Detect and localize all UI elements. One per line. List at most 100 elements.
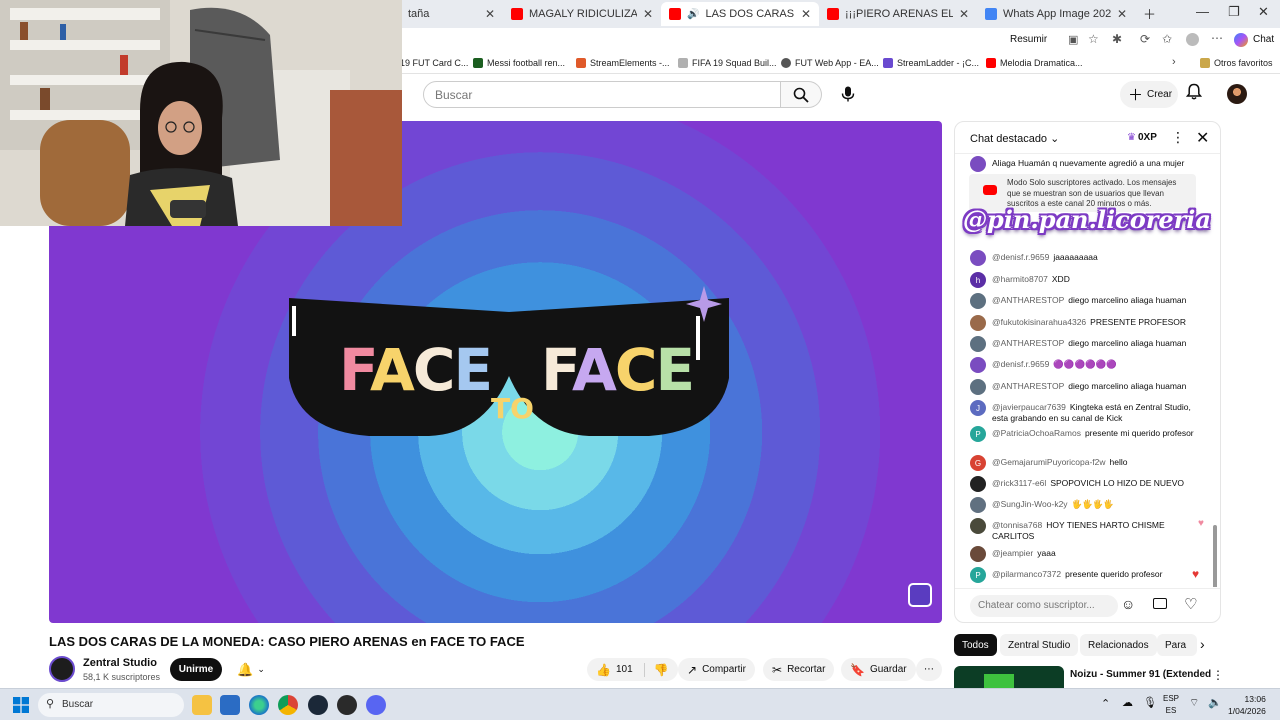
chat-button[interactable]: Chat (1253, 34, 1274, 45)
heart-icon[interactable]: ♡ (1184, 595, 1197, 613)
volume-icon[interactable]: 🔈 (1208, 696, 1222, 709)
store-icon[interactable] (220, 695, 240, 715)
summarize-button[interactable]: Resumir (1010, 34, 1047, 45)
message-author[interactable]: @denisf.r.9659 (992, 252, 1049, 262)
search-input[interactable]: Buscar (423, 81, 781, 108)
more-icon[interactable]: ⋮ (1212, 668, 1224, 682)
voice-search-button[interactable] (834, 81, 861, 108)
chevron-right-icon[interactable]: › (1200, 636, 1205, 652)
favorites-bar-icon[interactable]: ✩ (1162, 32, 1172, 46)
recommended-title[interactable]: Noizu - Summer 91 (Extended (1070, 669, 1211, 680)
video-thumbnail[interactable] (954, 666, 1064, 688)
message-author[interactable]: @tonnisa768 (992, 520, 1042, 530)
obs-icon[interactable] (337, 695, 357, 715)
account-avatar[interactable] (1227, 84, 1247, 104)
message-author[interactable]: @GemajarumiPuyoricopa-f2w (992, 457, 1106, 467)
message-author[interactable]: @harmito8707 (992, 274, 1048, 284)
save-button[interactable]: 🔖 Guardar (841, 658, 916, 681)
steam-icon[interactable] (308, 695, 328, 715)
recommended-video[interactable]: Noizu - Summer 91 (Extended ⋮ (954, 666, 1224, 688)
language-indicator[interactable]: ESP ES (1163, 693, 1179, 717)
close-tab-icon[interactable]: ✕ (643, 7, 653, 21)
more-menu-icon[interactable]: ⋯ (1211, 31, 1223, 45)
channel-watermark-icon[interactable] (908, 583, 932, 607)
notification-settings-button[interactable]: 🔔 ⌄ (229, 658, 273, 681)
chip-for-you[interactable]: Para (1157, 634, 1197, 656)
bookmark-item[interactable]: Messi football ren... (473, 58, 565, 68)
super-chat-icon[interactable] (1153, 598, 1167, 609)
chat-messages[interactable]: Aliaga Huamán q nuevamente agredió a una… (955, 155, 1220, 587)
channel-name[interactable]: Zentral Studio (83, 657, 157, 669)
message-author[interactable]: @PatriciaOchoaRamos (992, 428, 1081, 438)
bookmark-item[interactable]: StreamLadder - ¡C... (883, 58, 979, 68)
bookmark-item[interactable]: StreamElements -... (576, 58, 670, 68)
speaker-icon[interactable]: 🔊 (687, 9, 699, 20)
more-actions-button[interactable]: ⋯ (916, 658, 942, 681)
file-explorer-icon[interactable] (192, 695, 212, 715)
restore-icon[interactable]: ❐ (1228, 4, 1240, 20)
browser-tab[interactable]: Whats App Image 2026 03 04 at 1 ✕ (977, 2, 1135, 26)
close-tab-icon[interactable]: ✕ (485, 7, 495, 21)
extensions-icon[interactable]: ✱ (1112, 32, 1122, 46)
message-author[interactable]: @ANTHARESTOP (992, 295, 1064, 305)
message-author[interactable]: @pilarmanco7372 (992, 569, 1061, 579)
chat-mode-selector[interactable]: Chat destacado ⌄ (970, 132, 1059, 145)
message-author[interactable]: @fukutokisinarahua4326 (992, 317, 1086, 327)
join-button[interactable]: Unirme (170, 658, 222, 681)
xp-badge[interactable]: ♛ 0XP (1127, 132, 1157, 143)
minimize-icon[interactable]: — (1196, 4, 1209, 19)
close-tab-icon[interactable]: ✕ (801, 7, 811, 21)
browser-tab[interactable]: MAGALY RIDICULIZA A KINGTEKA ✕ (503, 2, 661, 26)
chip-channel[interactable]: Zentral Studio (1000, 634, 1079, 656)
chevron-right-icon[interactable]: › (1172, 56, 1176, 68)
message-author[interactable]: @ANTHARESTOP (992, 381, 1064, 391)
other-bookmarks[interactable]: Otros favoritos (1200, 58, 1273, 68)
message-author[interactable]: @rick3117-e6l (992, 478, 1046, 488)
chip-all[interactable]: Todos (954, 634, 997, 656)
bookmark-item[interactable]: 19 FUT Card C... (400, 58, 468, 68)
network-icon[interactable]: ☁ (1122, 696, 1133, 709)
search-button[interactable] (781, 81, 822, 108)
browser-tab-active[interactable]: 🔊 LAS DOS CARAS DE LA MONE ✕ (661, 2, 819, 26)
message-author[interactable]: @SungJin-Woo-k2y (992, 499, 1068, 509)
chat-more-icon[interactable]: ⋮ (1171, 129, 1185, 146)
message-author[interactable]: @javierpaucar7639 (992, 402, 1066, 412)
browser-tab[interactable]: ¡¡¡PIERO ARENAS EL NUEVO VIC ✕ (819, 2, 977, 26)
like-button[interactable]: 👍 101 👎 (587, 658, 678, 681)
message-author[interactable]: @denisf.r.9659 (992, 359, 1049, 369)
chevron-up-icon[interactable]: ⌃ (1101, 697, 1110, 710)
chip-related[interactable]: Relacionados (1080, 634, 1157, 656)
taskbar-search[interactable]: ⚲ Buscar (38, 693, 184, 717)
emoji-icon[interactable]: ☺ (1121, 596, 1135, 612)
edge-browser-icon[interactable] (249, 695, 269, 715)
close-window-icon[interactable]: ✕ (1258, 4, 1269, 20)
favorite-star-icon[interactable]: ☆ (1088, 32, 1099, 46)
bookmark-item[interactable]: Melodia Dramatica... (986, 58, 1083, 68)
close-tab-icon[interactable]: ✕ (1117, 7, 1127, 21)
close-chat-icon[interactable]: ✕ (1196, 128, 1209, 148)
channel-avatar[interactable] (49, 656, 75, 682)
split-view-icon[interactable]: ▣ (1068, 33, 1078, 46)
chrome-icon[interactable] (278, 695, 298, 715)
create-button[interactable]: ＋ Crear (1120, 81, 1178, 108)
thumbs-down-icon[interactable]: 👎 (654, 663, 669, 677)
message-author[interactable]: @jeampier (992, 548, 1033, 558)
notifications-button[interactable] (1185, 83, 1203, 106)
chat-input[interactable]: Chatear como suscriptor... (970, 595, 1118, 617)
message-author[interactable]: @ANTHARESTOP (992, 338, 1064, 348)
wifi-icon[interactable]: ⌔ (1189, 696, 1199, 710)
new-tab-icon[interactable]: ＋ (1143, 4, 1156, 23)
browser-tab[interactable]: taña ✕ (400, 2, 503, 26)
windows-start-icon[interactable] (13, 697, 29, 713)
share-button[interactable]: ↗ Compartir (678, 658, 755, 681)
profile-icon[interactable] (1186, 33, 1199, 46)
mic-tray-icon[interactable]: 🎙 (1143, 696, 1157, 709)
discord-icon[interactable] (366, 695, 386, 715)
tab-actions-icon[interactable]: ⟳ (1140, 32, 1150, 46)
close-tab-icon[interactable]: ✕ (959, 7, 969, 21)
bookmark-item[interactable]: FIFA 19 Squad Buil... (678, 58, 777, 68)
clip-button[interactable]: ✂ Recortar (763, 658, 835, 681)
bookmark-item[interactable]: FUT Web App - EA... (781, 58, 879, 68)
taskbar-clock[interactable]: 13:06 1/04/2026 (1228, 693, 1266, 717)
chat-scrollbar[interactable] (1213, 525, 1217, 587)
